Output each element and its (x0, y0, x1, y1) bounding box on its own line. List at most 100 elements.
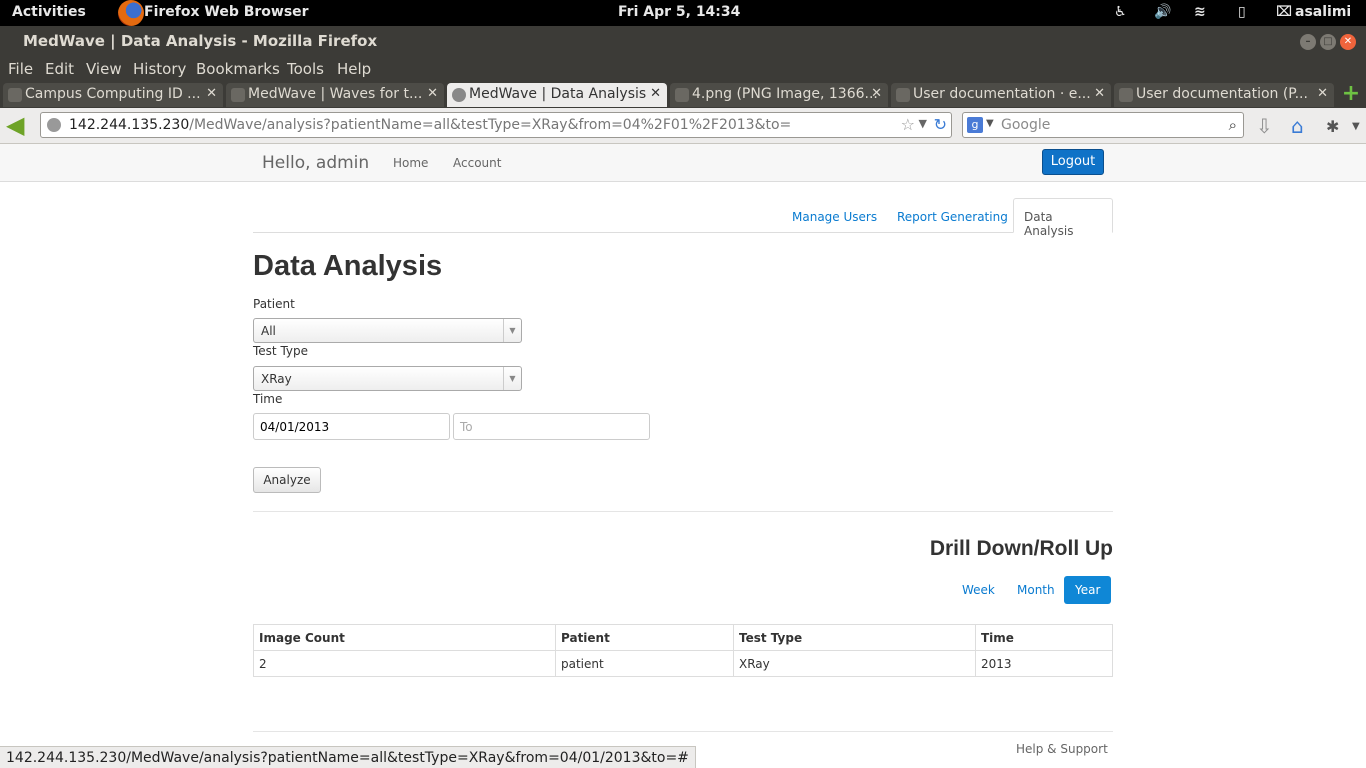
close-tab-icon[interactable]: ✕ (871, 86, 882, 101)
back-arrow-icon[interactable]: ◀ (6, 113, 32, 139)
browser-tab[interactable]: 4.png (PNG Image, 1366... ✕ (670, 83, 888, 107)
nav-account-link[interactable]: Account (453, 156, 501, 170)
close-tab-icon[interactable]: ✕ (427, 86, 438, 101)
history-dropdown-icon[interactable]: ▼ (919, 117, 927, 130)
patient-select[interactable]: All ▼ (253, 318, 522, 343)
column-header: Image Count (253, 624, 556, 651)
menu-view[interactable]: View (86, 60, 122, 78)
window-controls: – □ ✕ (1300, 34, 1356, 50)
github-icon (1119, 88, 1133, 102)
system-top-bar: Activities Firefox Web Browser Fri Apr 5… (0, 0, 1366, 26)
site-identity-icon[interactable] (47, 118, 61, 132)
page-title: Data Analysis (253, 250, 443, 282)
tab-label: User documentation (P... (1136, 86, 1308, 102)
clock[interactable]: Fri Apr 5, 14:34 (618, 4, 740, 20)
footer-divider (253, 731, 1113, 732)
menu-history[interactable]: History (133, 60, 186, 78)
browser-tab[interactable]: MedWave | Waves for t... ✕ (226, 83, 444, 107)
tab-label: MedWave | Waves for t... (248, 86, 423, 102)
volume-icon[interactable]: 🔊 (1154, 4, 1171, 20)
search-bar[interactable]: g ▼ Google ⌕ (962, 112, 1244, 138)
greeting: Hello, admin (262, 153, 370, 173)
patient-label: Patient (253, 297, 295, 311)
url-text[interactable]: 142.244.135.230/MedWave/analysis?patient… (69, 117, 791, 133)
menu-edit[interactable]: Edit (45, 60, 74, 78)
time-label: Time (253, 392, 283, 406)
tab-data-analysis[interactable]: Data Analysis (1013, 198, 1113, 238)
addon-dropdown-icon[interactable]: ▼ (1352, 121, 1360, 132)
column-header: Time (975, 624, 1113, 651)
to-date-input[interactable]: To (453, 413, 650, 440)
user-icon[interactable]: ⌧ (1276, 4, 1292, 20)
maximize-icon[interactable]: □ (1320, 34, 1336, 50)
chevron-down-icon[interactable]: ▼ (503, 319, 521, 342)
browser-tab[interactable]: User documentation · e... ✕ (891, 83, 1111, 107)
table-cell: 2013 (975, 650, 1113, 677)
url-host: 142.244.135.230 (69, 117, 190, 133)
google-icon[interactable]: g (967, 117, 983, 133)
menu-help[interactable]: Help (337, 60, 371, 78)
test-type-select-value: XRay (261, 372, 292, 386)
drill-title: Drill Down/Roll Up (929, 537, 1113, 560)
home-icon[interactable]: ⌂ (1291, 114, 1304, 138)
column-header: Patient (555, 624, 734, 651)
menu-tools[interactable]: Tools (287, 60, 324, 78)
close-icon[interactable]: ✕ (1340, 34, 1356, 50)
close-tab-icon[interactable]: ✕ (650, 86, 661, 101)
status-bar: 142.244.135.230/MedWave/analysis?patient… (0, 746, 696, 768)
bookmark-star-icon[interactable]: ☆ (901, 115, 915, 134)
table-cell: 2 (253, 650, 556, 677)
tab-bar: Campus Computing ID ... ✕ MedWave | Wave… (0, 82, 1366, 108)
search-icon[interactable]: ⌕ (1229, 116, 1237, 134)
table-header-row: Image Count Patient Test Type Time (253, 624, 1113, 651)
browser-tab[interactable]: User documentation (P... ✕ (1114, 83, 1334, 107)
menu-file[interactable]: File (8, 60, 33, 78)
close-tab-icon[interactable]: ✕ (1317, 86, 1328, 101)
downloads-icon[interactable]: ⇩ (1256, 114, 1273, 138)
wifi-icon[interactable]: ≋ (1194, 4, 1206, 20)
user-menu[interactable]: asalimi (1295, 4, 1351, 20)
year-pill[interactable]: Year (1064, 576, 1112, 604)
new-tab-icon[interactable]: + (1340, 83, 1362, 106)
tab-label: User documentation · e... (913, 86, 1091, 102)
menu-bar: File Edit View History Bookmarks Tools H… (0, 56, 1366, 82)
app-navbar: Hello, admin Home Account Logout (0, 144, 1366, 182)
tab-manage-users[interactable]: Manage Users (792, 210, 877, 224)
tab-report-generating[interactable]: Report Generating (897, 210, 1008, 224)
tab-label: MedWave | Data Analysis (469, 86, 647, 102)
results-table: Image Count Patient Test Type Time 2 pat… (253, 624, 1113, 677)
from-date-input[interactable]: 04/01/2013 (253, 413, 450, 440)
week-pill[interactable]: Week (962, 576, 995, 604)
browser-tab[interactable]: Campus Computing ID ... ✕ (3, 83, 223, 107)
nav-home-link[interactable]: Home (393, 156, 428, 170)
browser-tab-active[interactable]: MedWave | Data Analysis ✕ (447, 83, 667, 107)
column-header: Test Type (733, 624, 976, 651)
test-type-select[interactable]: XRay ▼ (253, 366, 522, 391)
app-menu[interactable]: Firefox Web Browser (144, 4, 309, 20)
reload-icon[interactable]: ↻ (934, 115, 947, 134)
github-icon (896, 88, 910, 102)
engine-dropdown-icon[interactable]: ▼ (986, 118, 994, 129)
help-support-link[interactable]: Help & Support (1016, 742, 1108, 756)
url-path: /MedWave/analysis?patientName=all&testTy… (189, 117, 792, 133)
search-placeholder: Google (1001, 117, 1051, 133)
activities-button[interactable]: Activities (12, 4, 86, 20)
close-tab-icon[interactable]: ✕ (1094, 86, 1105, 101)
chevron-down-icon[interactable]: ▼ (503, 367, 521, 390)
minimize-icon[interactable]: – (1300, 34, 1316, 50)
divider (253, 511, 1113, 512)
month-pill[interactable]: Month (1017, 576, 1055, 604)
table-cell: patient (555, 650, 734, 677)
addon-icon[interactable]: ✱ (1326, 117, 1339, 136)
tab-label: 4.png (PNG Image, 1366... (692, 86, 878, 102)
battery-icon[interactable]: ▯ (1238, 4, 1246, 20)
logout-button[interactable]: Logout (1042, 149, 1104, 175)
menu-bookmarks[interactable]: Bookmarks (196, 60, 280, 78)
firefox-icon (118, 0, 144, 26)
globe-icon (452, 88, 466, 102)
page-icon (675, 88, 689, 102)
analyze-button[interactable]: Analyze (253, 467, 321, 493)
url-bar[interactable]: 142.244.135.230/MedWave/analysis?patient… (40, 112, 952, 138)
accessibility-icon[interactable]: ♿ (1114, 4, 1127, 20)
close-tab-icon[interactable]: ✕ (206, 86, 217, 101)
